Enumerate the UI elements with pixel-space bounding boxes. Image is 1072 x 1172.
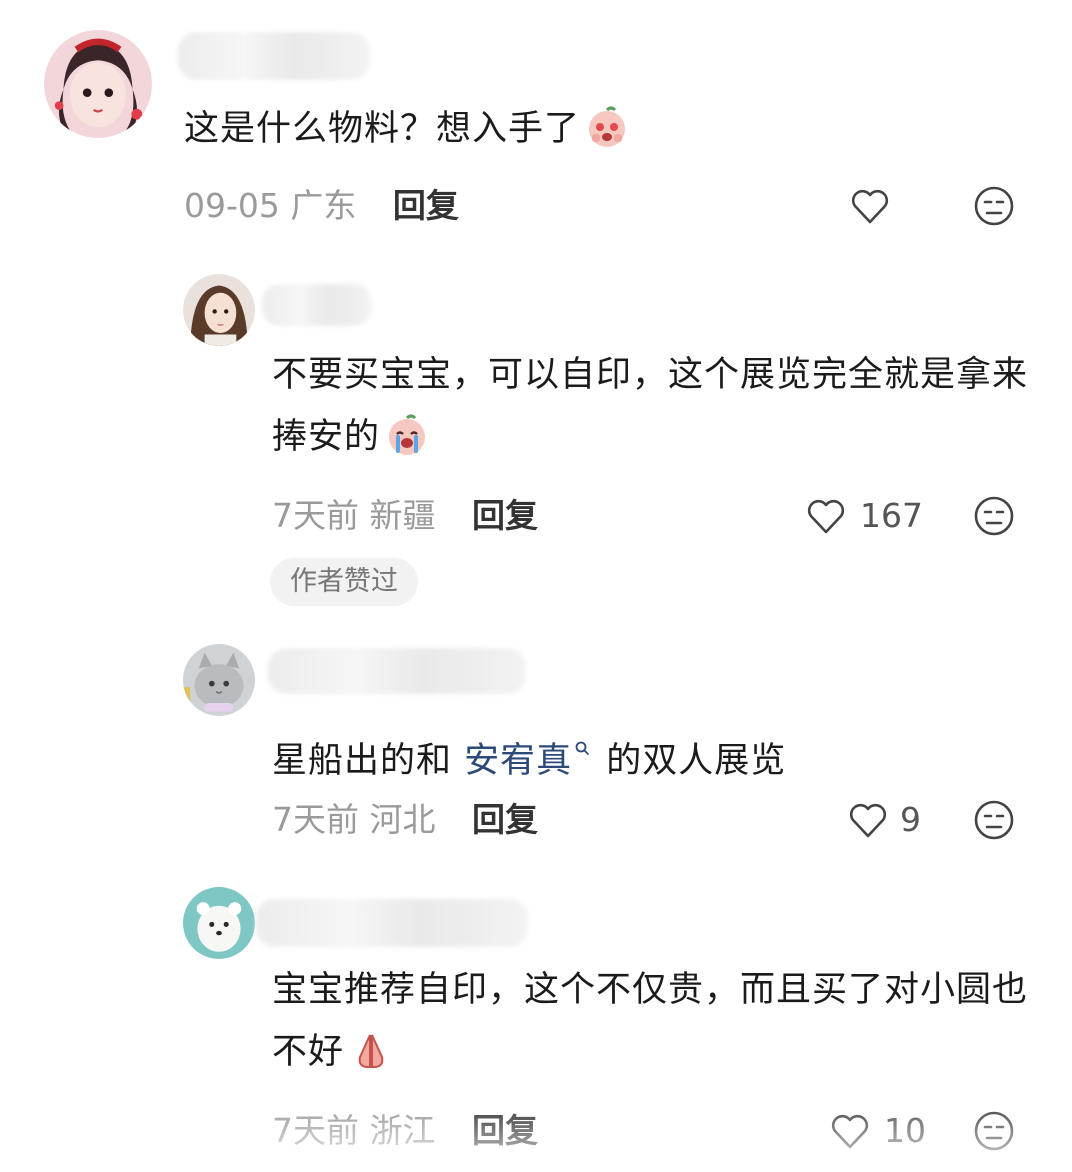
comment-4: 宝宝推荐自印，这个不仅贵，而且买了对小圆也不好 7天前 浙江 回复 10 xyxy=(0,875,1072,1172)
comment-location: 广东 xyxy=(290,186,357,225)
meh-face-icon[interactable] xyxy=(972,798,1016,842)
meh-face-icon[interactable] xyxy=(972,184,1016,228)
comment-text: 这是什么物料？想入手了 xyxy=(184,98,1024,160)
heart-icon[interactable] xyxy=(828,1109,872,1153)
reply-button[interactable]: 回复 xyxy=(472,800,538,839)
avatar[interactable] xyxy=(183,644,255,716)
username-blurred[interactable] xyxy=(256,899,528,947)
peach-crying-emoji xyxy=(384,412,430,458)
comment-1: 这是什么物料？想入手了 09-05 广东 回复 xyxy=(0,0,1072,250)
search-icon[interactable] xyxy=(574,714,590,755)
comment-text: 不要买宝宝，可以自印，这个展览完全就是拿来捧安的 xyxy=(272,355,1029,458)
heart-icon[interactable] xyxy=(848,184,892,228)
comment-2: 不要买宝宝，可以自印，这个展览完全就是拿来捧安的 7天前 新疆 回复 167 作… xyxy=(0,260,1072,620)
comment-location: 新疆 xyxy=(369,496,436,535)
reply-button[interactable]: 回复 xyxy=(393,186,459,225)
username-blurred[interactable] xyxy=(268,648,526,694)
avatar[interactable] xyxy=(183,887,255,959)
heart-icon[interactable] xyxy=(846,798,890,842)
comment-text: 宝宝推荐自印，这个不仅贵，而且买了对小圆也不好 xyxy=(272,970,1029,1073)
comment-text: 星船出的和 安宥真 的双人展览 xyxy=(272,714,1032,792)
comment-meta: 7天前 河北 回复 xyxy=(272,800,538,840)
comment-time: 09-05 xyxy=(184,186,280,225)
avatar[interactable] xyxy=(183,274,255,346)
comment-location: 浙江 xyxy=(369,1111,436,1150)
comment-time: 7天前 xyxy=(272,496,359,535)
comment-meta: 7天前 浙江 回复 xyxy=(272,1111,538,1151)
like-count: 167 xyxy=(860,496,923,535)
peach-excited-emoji xyxy=(584,104,630,150)
comment-3: 星船出的和 安宥真 的双人展览 7天前 河北 回复 9 xyxy=(0,630,1072,860)
avatar[interactable] xyxy=(44,30,152,138)
username-blurred[interactable] xyxy=(178,32,370,80)
comment-time: 7天前 xyxy=(272,800,359,839)
comment-location: 河北 xyxy=(369,800,436,839)
heart-icon[interactable] xyxy=(804,494,848,538)
meh-face-icon[interactable] xyxy=(972,1109,1016,1153)
username-blurred[interactable] xyxy=(262,284,372,326)
meh-face-icon[interactable] xyxy=(972,494,1016,538)
reply-button[interactable]: 回复 xyxy=(472,496,538,535)
comment-meta: 09-05 广东 回复 xyxy=(184,186,459,226)
comment-meta: 7天前 新疆 回复 xyxy=(272,496,538,536)
author-liked-badge: 作者赞过 xyxy=(270,558,418,606)
praying-hands-emoji xyxy=(348,1027,394,1073)
comment-time: 7天前 xyxy=(272,1111,359,1150)
reply-button[interactable]: 回复 xyxy=(472,1111,538,1150)
like-count: 9 xyxy=(900,800,921,839)
mention-link[interactable]: 安宥真 xyxy=(464,741,572,781)
like-count: 10 xyxy=(884,1111,926,1150)
